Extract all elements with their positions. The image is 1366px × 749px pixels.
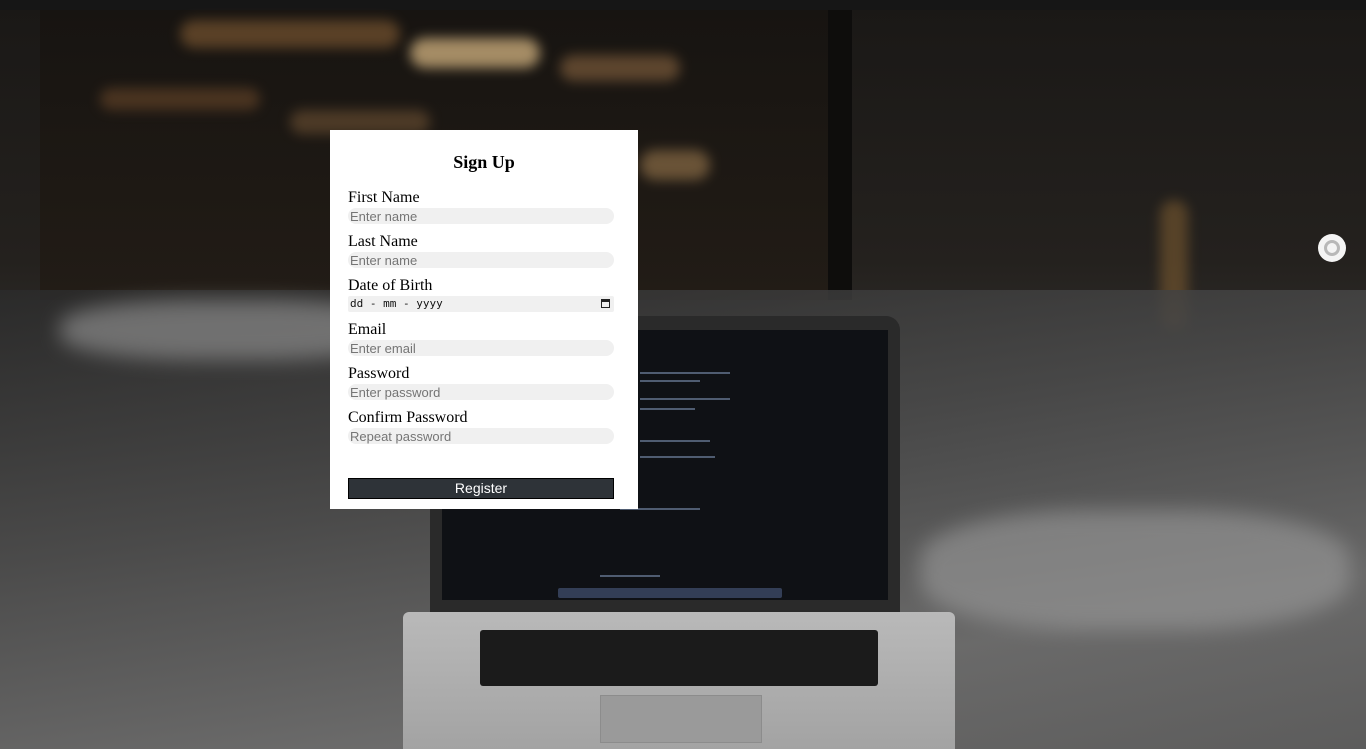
form-title: Sign Up xyxy=(453,152,515,172)
confirm-password-label: Confirm Password xyxy=(348,409,468,426)
dob-placeholder: dd - mm - yyyy xyxy=(350,297,443,310)
last-name-input[interactable] xyxy=(348,252,614,268)
settings-ring-icon[interactable] xyxy=(1318,234,1346,262)
dob-label: Date of Birth xyxy=(348,277,433,294)
password-label: Password xyxy=(348,365,410,382)
confirm-password-input[interactable] xyxy=(348,428,614,444)
first-name-input[interactable] xyxy=(348,208,614,224)
laptop-keyboard xyxy=(480,630,878,686)
calendar-icon[interactable] xyxy=(601,299,610,308)
first-name-label: First Name xyxy=(348,189,420,206)
password-input[interactable] xyxy=(348,384,614,400)
laptop-trackpad xyxy=(600,695,762,743)
dob-input[interactable]: dd - mm - yyyy xyxy=(348,296,614,312)
email-input[interactable] xyxy=(348,340,614,356)
top-bar xyxy=(0,0,1366,10)
email-label: Email xyxy=(348,321,387,338)
signup-form: Sign Up First Name Last Name Date of Bir… xyxy=(330,130,638,509)
register-button[interactable]: Register xyxy=(348,478,614,499)
last-name-label: Last Name xyxy=(348,233,418,250)
laptop-dock xyxy=(558,588,782,598)
